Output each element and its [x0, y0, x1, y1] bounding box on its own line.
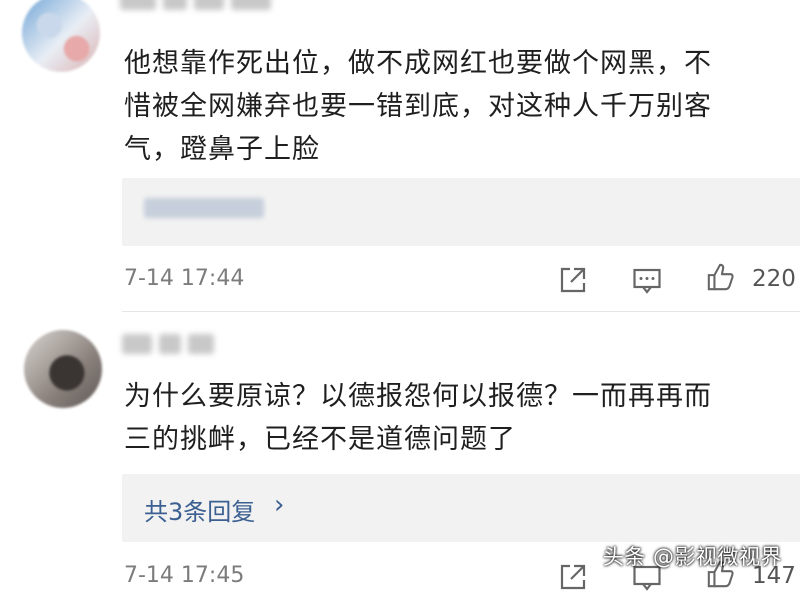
share-icon[interactable]	[558, 265, 588, 295]
comment-text-line: 惜被全网嫌弃也要一错到底，对这种人千万别客	[124, 91, 712, 122]
like-icon[interactable]	[706, 262, 736, 292]
avatar[interactable]	[24, 330, 102, 408]
comment-text-line: 气，蹬鼻子上脸	[124, 134, 320, 165]
comment-icon[interactable]	[632, 266, 662, 296]
share-icon[interactable]	[558, 562, 588, 592]
username-blurred[interactable]	[122, 334, 214, 362]
divider	[122, 311, 800, 312]
comment-text: 他想靠作死出位，做不成网红也要做个网黑，不 惜被全网嫌弃也要一错到底，对这种人千…	[124, 42, 784, 171]
view-replies-link[interactable]: 共3条回复	[144, 492, 255, 527]
comment-text: 为什么要原谅？以德报怨何以报德？一而再再而 三的挑衅，已经不是道德问题了	[124, 375, 784, 461]
timestamp: 7-14 17:45	[124, 563, 245, 588]
reply-link-blurred[interactable]	[144, 196, 264, 224]
comment-text-line: 为什么要原谅？以德报怨何以报德？一而再再而	[124, 381, 712, 412]
reply-box[interactable]	[122, 178, 800, 246]
like-count: 220	[752, 266, 796, 292]
avatar[interactable]	[22, 0, 100, 72]
comment-text-line: 他想靠作死出位，做不成网红也要做个网黑，不	[124, 48, 712, 79]
chevron-right-icon[interactable]: ›	[274, 490, 284, 520]
source-watermark: 头条 @影视微视界	[602, 545, 782, 569]
reply-box[interactable]: 共3条回复 ›	[122, 474, 800, 542]
username-blurred[interactable]	[120, 0, 271, 18]
comment-text-line: 三的挑衅，已经不是道德问题了	[124, 424, 516, 455]
timestamp: 7-14 17:44	[124, 266, 245, 291]
